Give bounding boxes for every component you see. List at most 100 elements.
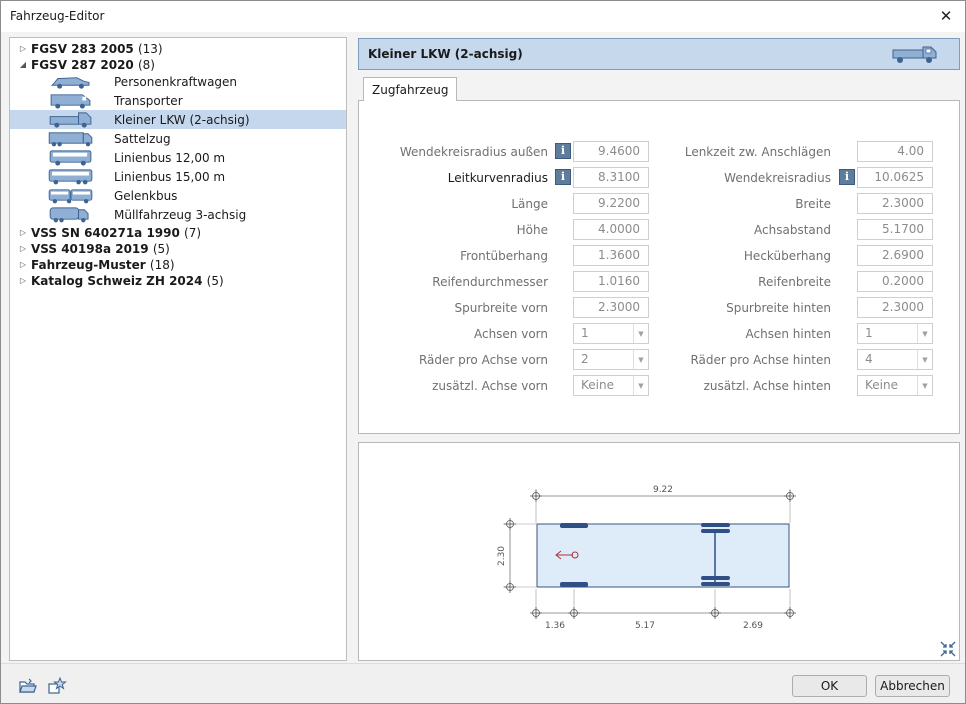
left-field-0[interactable]: 9.4600	[573, 141, 649, 162]
tree-group-5[interactable]: ▷ Katalog Schweiz ZH 2024 (5)	[10, 272, 346, 291]
tree-item-1[interactable]: Transporter	[10, 91, 346, 110]
fit-view-icon[interactable]	[940, 641, 956, 657]
right-label-2: Breite	[795, 197, 831, 211]
left-field-2[interactable]: 9.2200	[573, 193, 649, 214]
info-icon[interactable]: i	[555, 143, 571, 159]
tree-item-label: Sattelzug	[114, 132, 171, 146]
tree-item-label: Gelenkbus	[114, 189, 178, 203]
expand-icon[interactable]: ▷	[18, 244, 28, 254]
tree-item-5[interactable]: Linienbus 15,00 m	[10, 167, 346, 186]
tree-group-title: Fahrzeug-Muster	[31, 258, 146, 272]
right-combo-7[interactable]: 1 ▼	[857, 323, 933, 344]
van-icon	[50, 94, 91, 109]
tree-group-count: (8)	[137, 58, 155, 72]
expand-icon[interactable]: ▷	[18, 44, 28, 54]
left-label-3: Höhe	[516, 223, 548, 237]
right-label-7: Achsen hinten	[745, 327, 832, 341]
chevron-down-icon[interactable]: ▼	[633, 350, 648, 369]
vehicle-header: Kleiner LKW (2-achsig)	[358, 38, 960, 70]
vehicle-drawing: 9.22 2.30 1.36 5.17 2.69	[497, 485, 956, 657]
combo-value: 1	[865, 326, 873, 340]
left-label-2: Länge	[511, 197, 548, 211]
left-label-5: Reifendurchmesser	[432, 275, 548, 289]
left-field-3[interactable]: 4.0000	[573, 219, 649, 240]
info-icon[interactable]: i	[839, 169, 855, 185]
right-combo-8[interactable]: 4 ▼	[857, 349, 933, 370]
semitrailer-icon	[48, 132, 93, 147]
tab-zugfahrzeug[interactable]: Zugfahrzeug	[363, 77, 458, 101]
tree-item-7[interactable]: Müllfahrzeug 3-achsig	[10, 205, 346, 224]
left-combo-8[interactable]: 2 ▼	[573, 349, 649, 370]
tree-group-count: (7)	[184, 226, 202, 240]
width-label: 2.30	[497, 546, 507, 566]
right-label-6: Spurbreite hinten	[726, 301, 831, 315]
title-bar: Fahrzeug-Editor ✕	[1, 1, 965, 32]
tree-item-2[interactable]: Kleiner LKW (2-achsig)	[10, 110, 346, 129]
right-combo-9[interactable]: Keine ▼	[857, 375, 933, 396]
expand-icon[interactable]: ▷	[18, 260, 28, 270]
tree-group-count: (5)	[206, 274, 224, 288]
tree-item-label: Linienbus 12,00 m	[114, 151, 226, 165]
right-field-5[interactable]: 0.2000	[857, 271, 933, 292]
vehicle-title: Kleiner LKW (2-achsig)	[368, 47, 523, 61]
tree-group-title: FGSV 283 2005	[31, 42, 134, 56]
vehicle-tree[interactable]: ▷ FGSV 283 2005 (13) ◢ FGSV 287 2020 (8) Per…	[9, 37, 347, 661]
tree-item-label: Personenkraftwagen	[114, 75, 238, 89]
tree-group-count: (5)	[152, 242, 170, 256]
left-field-5[interactable]: 1.0160	[573, 271, 649, 292]
left-label-9: zusätzl. Achse vorn	[432, 379, 548, 393]
left-field-6[interactable]: 2.3000	[573, 297, 649, 318]
car-icon	[50, 77, 90, 89]
left-label-1: Leitkurvenradius	[447, 171, 548, 185]
right-label-8: Räder pro Achse hinten	[690, 353, 831, 367]
right-field-3[interactable]: 5.1700	[857, 219, 933, 240]
bus-icon	[49, 150, 92, 166]
right-field-4[interactable]: 2.6900	[857, 245, 933, 266]
right-label-3: Achsabstand	[754, 223, 831, 237]
dialog-window: Fahrzeug-Editor ✕ ▷ FGSV 283 2005 (13) ◢ FG…	[0, 0, 966, 704]
tree-item-4[interactable]: Linienbus 12,00 m	[10, 148, 346, 167]
chevron-down-icon[interactable]: ▼	[917, 376, 932, 395]
right-label-0: Lenkzeit zw. Anschlägen	[684, 145, 831, 159]
chevron-down-icon[interactable]: ▼	[917, 324, 932, 343]
truck-icon	[892, 46, 937, 63]
chevron-down-icon[interactable]: ▼	[633, 324, 648, 343]
tree-item-label: Transporter	[114, 94, 183, 108]
left-label-0: Wendekreisradius außen	[399, 145, 548, 159]
articulated-bus-icon	[48, 189, 93, 204]
info-icon[interactable]: i	[555, 169, 571, 185]
properties-panel: Wendekreisradius außen i 9.4600 Leitkurvenr…	[358, 100, 960, 434]
right-field-6[interactable]: 2.3000	[857, 297, 933, 318]
chevron-down-icon[interactable]: ▼	[633, 376, 648, 395]
tree-group-title: VSS SN 640271a 1990	[31, 226, 180, 240]
open-folder-icon[interactable]	[18, 676, 38, 696]
right-field-2[interactable]: 2.3000	[857, 193, 933, 214]
combo-value: 1	[581, 326, 589, 340]
expand-icon[interactable]: ▷	[18, 276, 28, 286]
tree-group-title: FGSV 287 2020	[31, 58, 134, 72]
cancel-button[interactable]: Abbrechen	[875, 675, 950, 697]
left-combo-7[interactable]: 1 ▼	[573, 323, 649, 344]
collapse-icon[interactable]: ◢	[18, 60, 28, 70]
left-field-1[interactable]: 8.3100	[573, 167, 649, 188]
front-wheel-left	[560, 523, 588, 528]
right-label-5: Reifenbreite	[758, 275, 831, 289]
right-field-1[interactable]: 10.0625	[857, 167, 933, 188]
ok-button[interactable]: OK	[792, 675, 867, 697]
tree-group-label: VSS 40198a 2019 (5)	[31, 242, 170, 256]
favorite-add-icon[interactable]	[47, 676, 67, 696]
tree-item-6[interactable]: Gelenkbus	[10, 186, 346, 205]
wheelbase-label: 5.17	[635, 621, 655, 631]
left-label-8: Räder pro Achse vorn	[418, 353, 548, 367]
tree-item-0[interactable]: Personenkraftwagen	[10, 72, 346, 91]
right-field-0[interactable]: 4.00	[857, 141, 933, 162]
close-icon[interactable]: ✕	[933, 4, 959, 28]
tree-item-label: Müllfahrzeug 3-achsig	[114, 208, 247, 222]
combo-value: Keine	[581, 378, 614, 392]
left-field-4[interactable]: 1.3600	[573, 245, 649, 266]
chevron-down-icon[interactable]: ▼	[917, 350, 932, 369]
tree-item-3[interactable]: Sattelzug	[10, 129, 346, 148]
expand-icon[interactable]: ▷	[18, 228, 28, 238]
tree-group-count: (13)	[137, 42, 163, 56]
left-combo-9[interactable]: Keine ▼	[573, 375, 649, 396]
